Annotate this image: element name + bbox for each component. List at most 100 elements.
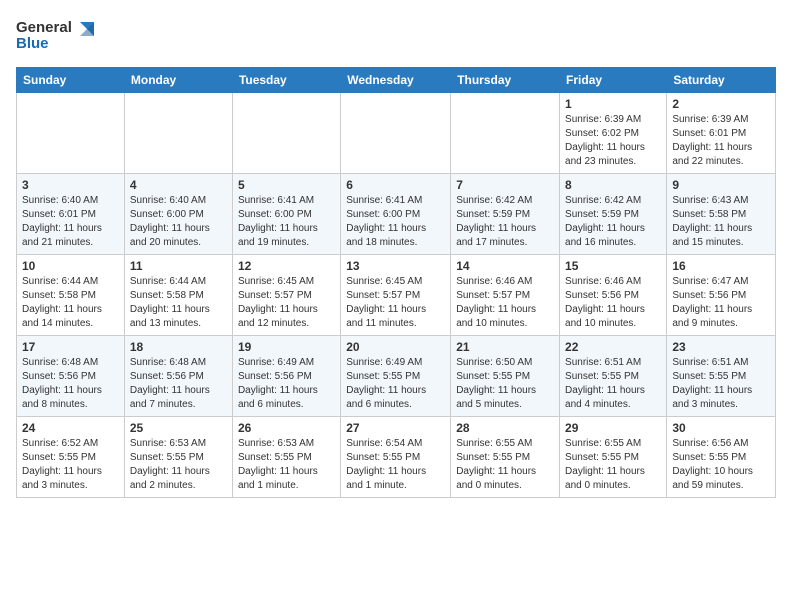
day-cell-14: 14 Sunrise: 6:46 AMSunset: 5:57 PMDayligh… <box>451 255 560 336</box>
weekday-header-thursday: Thursday <box>451 68 560 93</box>
logo-icon: General Blue <box>16 14 96 54</box>
week-row-1: 1 Sunrise: 6:39 AMSunset: 6:02 PMDaylight… <box>17 93 776 174</box>
day-number: 30 <box>672 421 770 435</box>
logo-text: General Blue <box>16 14 96 59</box>
day-number: 10 <box>22 259 119 273</box>
day-number: 16 <box>672 259 770 273</box>
day-cell-7: 7Sunrise: 6:42 AMSunset: 5:59 PMDaylight… <box>451 174 560 255</box>
day-info: Sunrise: 6:53 AMSunset: 5:55 PMDaylight:… <box>238 437 335 493</box>
day-cell-16: 16 Sunrise: 6:47 AMSunset: 5:56 PMDayligh… <box>667 255 776 336</box>
weekday-header-friday: Friday <box>560 68 667 93</box>
day-number: 28 <box>456 421 554 435</box>
weekday-header-monday: Monday <box>124 68 232 93</box>
day-cell-10: 10 Sunrise: 6:44 AMSunset: 5:58 PMDayligh… <box>17 255 125 336</box>
day-info: Sunrise: 6:44 AMSunset: 5:58 PMDaylight:… <box>130 275 227 331</box>
day-cell-28: 28 Sunrise: 6:55 AMSunset: 5:55 PMDayligh… <box>451 417 560 498</box>
weekday-header-saturday: Saturday <box>667 68 776 93</box>
day-info: Sunrise: 6:43 AMSunset: 5:58 PMDaylight:… <box>672 194 770 250</box>
weekday-header-wednesday: Wednesday <box>341 68 451 93</box>
calendar-table: SundayMondayTuesdayWednesdayThursdayFrid… <box>16 67 776 498</box>
day-number: 20 <box>346 340 445 354</box>
header: General Blue <box>16 10 776 59</box>
day-cell-22: 22 Sunrise: 6:51 AMSunset: 5:55 PMDayligh… <box>560 336 667 417</box>
day-info: Sunrise: 6:41 AMSunset: 6:00 PMDaylight:… <box>346 194 445 250</box>
day-number: 3 <box>22 178 119 192</box>
day-number: 25 <box>130 421 227 435</box>
day-info: Sunrise: 6:46 AMSunset: 5:56 PMDaylight:… <box>565 275 661 331</box>
day-cell-19: 19Sunrise: 6:49 AMSunset: 5:56 PMDayligh… <box>232 336 340 417</box>
day-number: 18 <box>130 340 227 354</box>
day-number: 11 <box>130 259 227 273</box>
day-cell-27: 27Sunrise: 6:54 AMSunset: 5:55 PMDayligh… <box>341 417 451 498</box>
day-info: Sunrise: 6:51 AMSunset: 5:55 PMDaylight:… <box>565 356 661 412</box>
day-cell-3: 3 Sunrise: 6:40 AMSunset: 6:01 PMDaylight… <box>17 174 125 255</box>
day-info: Sunrise: 6:49 AMSunset: 5:56 PMDaylight:… <box>238 356 335 412</box>
day-cell-13: 13 Sunrise: 6:45 AMSunset: 5:57 PMDayligh… <box>341 255 451 336</box>
day-info: Sunrise: 6:50 AMSunset: 5:55 PMDaylight:… <box>456 356 554 412</box>
day-number: 9 <box>672 178 770 192</box>
day-number: 24 <box>22 421 119 435</box>
day-number: 6 <box>346 178 445 192</box>
day-number: 17 <box>22 340 119 354</box>
day-number: 26 <box>238 421 335 435</box>
day-info: Sunrise: 6:41 AMSunset: 6:00 PMDaylight:… <box>238 194 335 250</box>
empty-cell <box>17 93 125 174</box>
day-info: Sunrise: 6:47 AMSunset: 5:56 PMDaylight:… <box>672 275 770 331</box>
day-cell-9: 9 Sunrise: 6:43 AMSunset: 5:58 PMDaylight… <box>667 174 776 255</box>
day-info: Sunrise: 6:45 AMSunset: 5:57 PMDaylight:… <box>346 275 445 331</box>
weekday-header-sunday: Sunday <box>17 68 125 93</box>
day-info: Sunrise: 6:39 AMSunset: 6:01 PMDaylight:… <box>672 113 770 169</box>
logo: General Blue <box>16 14 96 59</box>
day-info: Sunrise: 6:42 AMSunset: 5:59 PMDaylight:… <box>565 194 661 250</box>
day-info: Sunrise: 6:51 AMSunset: 5:55 PMDaylight:… <box>672 356 770 412</box>
svg-text:General: General <box>16 19 72 36</box>
day-number: 21 <box>456 340 554 354</box>
day-cell-25: 25 Sunrise: 6:53 AMSunset: 5:55 PMDayligh… <box>124 417 232 498</box>
day-info: Sunrise: 6:54 AMSunset: 5:55 PMDaylight:… <box>346 437 445 493</box>
day-info: Sunrise: 6:46 AMSunset: 5:57 PMDaylight:… <box>456 275 554 331</box>
day-number: 14 <box>456 259 554 273</box>
empty-cell <box>451 93 560 174</box>
day-cell-8: 8Sunrise: 6:42 AMSunset: 5:59 PMDaylight… <box>560 174 667 255</box>
svg-text:Blue: Blue <box>16 35 49 52</box>
page: General Blue SundayMondayTuesdayWednesda… <box>0 0 792 612</box>
day-info: Sunrise: 6:53 AMSunset: 5:55 PMDaylight:… <box>130 437 227 493</box>
day-cell-24: 24 Sunrise: 6:52 AMSunset: 5:55 PMDayligh… <box>17 417 125 498</box>
week-row-4: 17 Sunrise: 6:48 AMSunset: 5:56 PMDayligh… <box>17 336 776 417</box>
day-info: Sunrise: 6:39 AMSunset: 6:02 PMDaylight:… <box>565 113 661 169</box>
day-cell-5: 5 Sunrise: 6:41 AMSunset: 6:00 PMDaylight… <box>232 174 340 255</box>
day-cell-1: 1 Sunrise: 6:39 AMSunset: 6:02 PMDaylight… <box>560 93 667 174</box>
day-cell-23: 23 Sunrise: 6:51 AMSunset: 5:55 PMDayligh… <box>667 336 776 417</box>
day-info: Sunrise: 6:49 AMSunset: 5:55 PMDaylight:… <box>346 356 445 412</box>
day-number: 1 <box>565 97 661 111</box>
day-info: Sunrise: 6:55 AMSunset: 5:55 PMDaylight:… <box>456 437 554 493</box>
day-info: Sunrise: 6:42 AMSunset: 5:59 PMDaylight:… <box>456 194 554 250</box>
day-cell-20: 20 Sunrise: 6:49 AMSunset: 5:55 PMDayligh… <box>341 336 451 417</box>
day-cell-29: 29Sunrise: 6:55 AMSunset: 5:55 PMDayligh… <box>560 417 667 498</box>
day-info: Sunrise: 6:44 AMSunset: 5:58 PMDaylight:… <box>22 275 119 331</box>
week-row-5: 24 Sunrise: 6:52 AMSunset: 5:55 PMDayligh… <box>17 417 776 498</box>
day-info: Sunrise: 6:45 AMSunset: 5:57 PMDaylight:… <box>238 275 335 331</box>
day-number: 13 <box>346 259 445 273</box>
day-cell-2: 2 Sunrise: 6:39 AMSunset: 6:01 PMDaylight… <box>667 93 776 174</box>
day-cell-15: 15Sunrise: 6:46 AMSunset: 5:56 PMDayligh… <box>560 255 667 336</box>
day-cell-30: 30 Sunrise: 6:56 AMSunset: 5:55 PMDayligh… <box>667 417 776 498</box>
day-cell-4: 4 Sunrise: 6:40 AMSunset: 6:00 PMDaylight… <box>124 174 232 255</box>
day-info: Sunrise: 6:40 AMSunset: 6:00 PMDaylight:… <box>130 194 227 250</box>
day-info: Sunrise: 6:52 AMSunset: 5:55 PMDaylight:… <box>22 437 119 493</box>
day-number: 2 <box>672 97 770 111</box>
day-info: Sunrise: 6:40 AMSunset: 6:01 PMDaylight:… <box>22 194 119 250</box>
weekday-header-tuesday: Tuesday <box>232 68 340 93</box>
day-number: 22 <box>565 340 661 354</box>
day-info: Sunrise: 6:48 AMSunset: 5:56 PMDaylight:… <box>130 356 227 412</box>
day-number: 23 <box>672 340 770 354</box>
day-cell-6: 6 Sunrise: 6:41 AMSunset: 6:00 PMDaylight… <box>341 174 451 255</box>
day-number: 5 <box>238 178 335 192</box>
day-number: 12 <box>238 259 335 273</box>
day-number: 4 <box>130 178 227 192</box>
empty-cell <box>124 93 232 174</box>
day-cell-26: 26 Sunrise: 6:53 AMSunset: 5:55 PMDayligh… <box>232 417 340 498</box>
day-info: Sunrise: 6:48 AMSunset: 5:56 PMDaylight:… <box>22 356 119 412</box>
day-cell-12: 12 Sunrise: 6:45 AMSunset: 5:57 PMDayligh… <box>232 255 340 336</box>
day-info: Sunrise: 6:56 AMSunset: 5:55 PMDaylight:… <box>672 437 770 493</box>
